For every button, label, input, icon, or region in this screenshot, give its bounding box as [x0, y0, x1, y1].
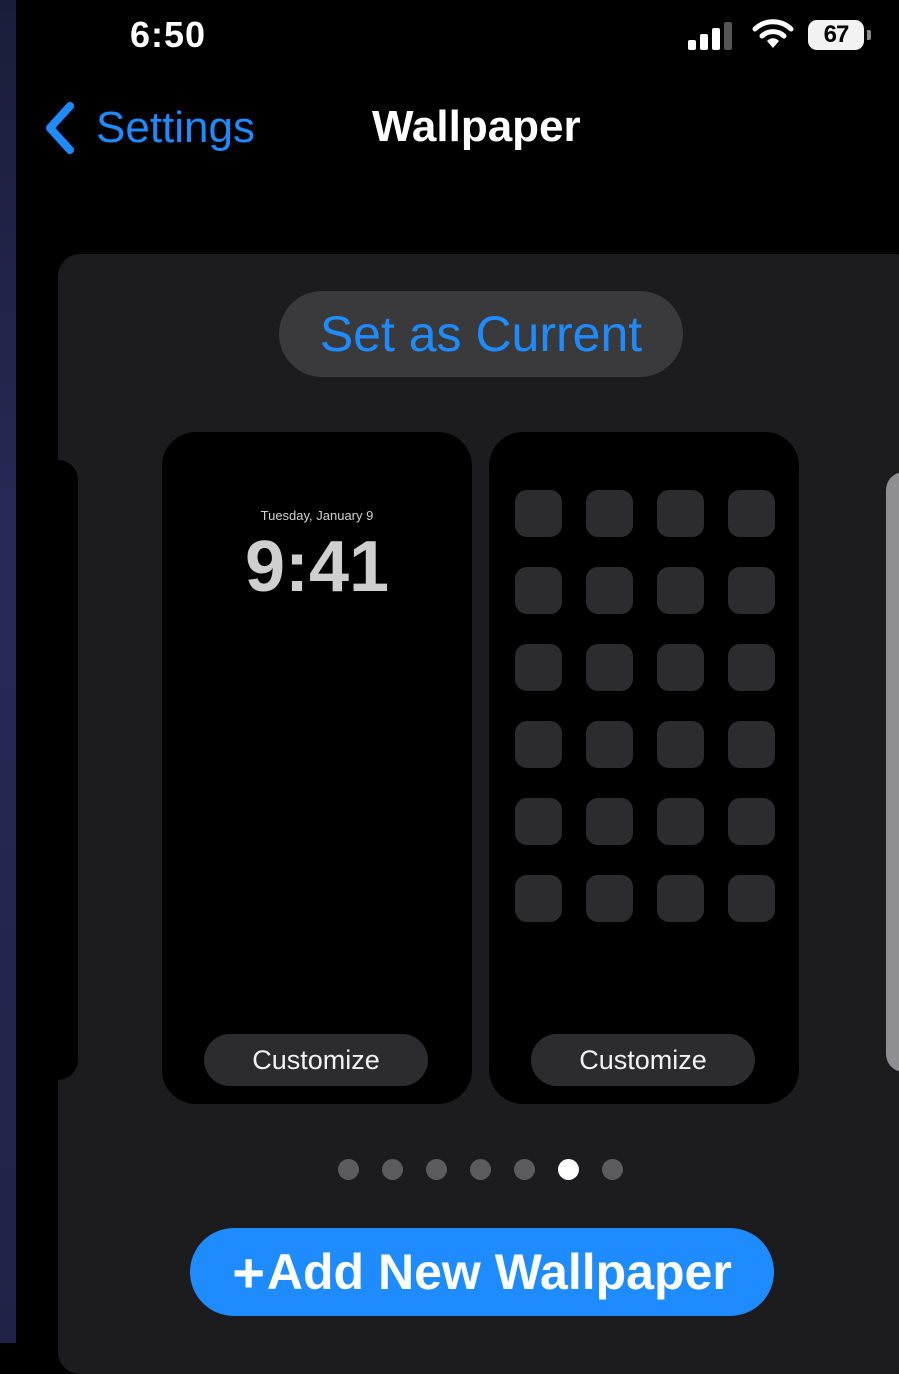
app-icon-placeholder [586, 567, 633, 614]
app-icon-placeholder [586, 490, 633, 537]
app-icon-grid [515, 490, 775, 922]
page-dot[interactable] [470, 1159, 491, 1180]
app-icon-placeholder [515, 875, 562, 922]
customize-lock-screen-button[interactable]: Customize [204, 1034, 428, 1086]
app-icon-placeholder [728, 567, 775, 614]
customize-home-screen-button[interactable]: Customize [531, 1034, 755, 1086]
app-icon-placeholder [515, 490, 562, 537]
next-wallpaper-peek[interactable] [886, 472, 899, 1072]
app-icon-placeholder [657, 490, 704, 537]
lock-screen-date: Tuesday, January 9 [260, 508, 374, 523]
app-icon-placeholder [586, 721, 633, 768]
app-icon-placeholder [586, 644, 633, 691]
app-icon-placeholder [657, 644, 704, 691]
back-button-label: Settings [96, 103, 255, 152]
app-icon-placeholder [728, 798, 775, 845]
previous-wallpaper-peek[interactable] [58, 460, 78, 1080]
page-dot-active[interactable] [558, 1159, 579, 1180]
plus-icon: + [232, 1240, 265, 1304]
app-icon-placeholder [657, 875, 704, 922]
home-screen-preview[interactable]: Customize [489, 432, 799, 1104]
page-dot[interactable] [602, 1159, 623, 1180]
app-icon-placeholder [728, 644, 775, 691]
wifi-icon [752, 19, 794, 48]
lock-screen-preview[interactable]: Tuesday, January 9 9:41 Customize [162, 432, 472, 1104]
status-time: 6:50 [130, 14, 207, 55]
app-icon-placeholder [586, 798, 633, 845]
app-icon-placeholder [728, 721, 775, 768]
page-title: Wallpaper [372, 102, 581, 151]
page-dot[interactable] [514, 1159, 535, 1180]
app-icon-placeholder [515, 644, 562, 691]
app-icon-placeholder [728, 875, 775, 922]
battery-level: 67 [823, 21, 850, 48]
app-icon-placeholder [515, 721, 562, 768]
add-new-wallpaper-button[interactable]: + Add New Wallpaper [190, 1228, 774, 1316]
battery-icon: 67 [808, 20, 871, 50]
page-dot[interactable] [426, 1159, 447, 1180]
page-dot[interactable] [338, 1159, 359, 1180]
app-icon-placeholder [657, 567, 704, 614]
back-button[interactable]: Settings [40, 96, 255, 160]
page-indicator[interactable] [338, 1159, 623, 1180]
app-icon-placeholder [586, 875, 633, 922]
app-icon-placeholder [657, 798, 704, 845]
app-icon-placeholder [515, 798, 562, 845]
cellular-signal-icon [688, 22, 734, 50]
app-icon-placeholder [657, 721, 704, 768]
add-new-wallpaper-label: Add New Wallpaper [266, 1244, 732, 1300]
page-dot[interactable] [382, 1159, 403, 1180]
app-icon-placeholder [515, 567, 562, 614]
background-edge [0, 0, 16, 1343]
chevron-left-icon [46, 102, 74, 154]
lock-screen-time: 9:41 [244, 527, 390, 607]
app-icon-placeholder [728, 490, 775, 537]
set-as-current-button[interactable]: Set as Current [279, 291, 683, 377]
